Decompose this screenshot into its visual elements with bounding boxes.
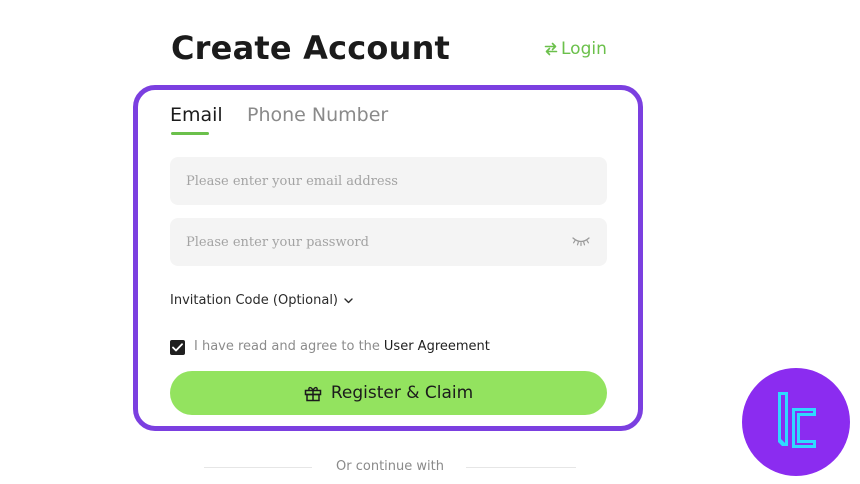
tab-phone-number[interactable]: Phone Number	[247, 103, 388, 127]
eye-closed-icon[interactable]	[570, 234, 594, 250]
agreement-checkbox[interactable]	[170, 339, 185, 355]
checkmark-icon	[172, 342, 183, 351]
user-agreement-link[interactable]: User Agreement	[384, 338, 490, 356]
login-label: Login	[561, 39, 607, 59]
login-link[interactable]: Login	[544, 38, 607, 60]
agreement-row: I have read and agree to the User Agreem…	[170, 338, 490, 356]
continue-divider: Or continue with	[204, 458, 576, 476]
register-claim-label: Register & Claim	[330, 383, 474, 403]
email-input[interactable]	[170, 157, 560, 205]
password-input[interactable]	[170, 218, 560, 266]
register-claim-button[interactable]: Register & Claim	[170, 371, 607, 415]
registration-form-card: Email Phone Number Invitation Code (Opti…	[133, 85, 643, 431]
page-title: Create Account	[171, 29, 451, 67]
active-tab-indicator	[171, 132, 209, 135]
divider-line-right	[466, 467, 576, 468]
password-field	[170, 218, 607, 266]
swap-arrows-icon	[544, 42, 558, 56]
invitation-code-label: Invitation Code (Optional)	[170, 293, 338, 308]
agreement-text: I have read and agree to the	[194, 339, 380, 354]
email-field	[170, 157, 607, 205]
brand-logo-badge	[742, 368, 850, 476]
gift-icon	[304, 385, 322, 402]
chevron-down-icon	[344, 292, 353, 310]
tab-email[interactable]: Email	[170, 103, 223, 127]
brand-logo-icon	[778, 392, 816, 448]
invitation-code-toggle[interactable]: Invitation Code (Optional)	[170, 292, 353, 310]
